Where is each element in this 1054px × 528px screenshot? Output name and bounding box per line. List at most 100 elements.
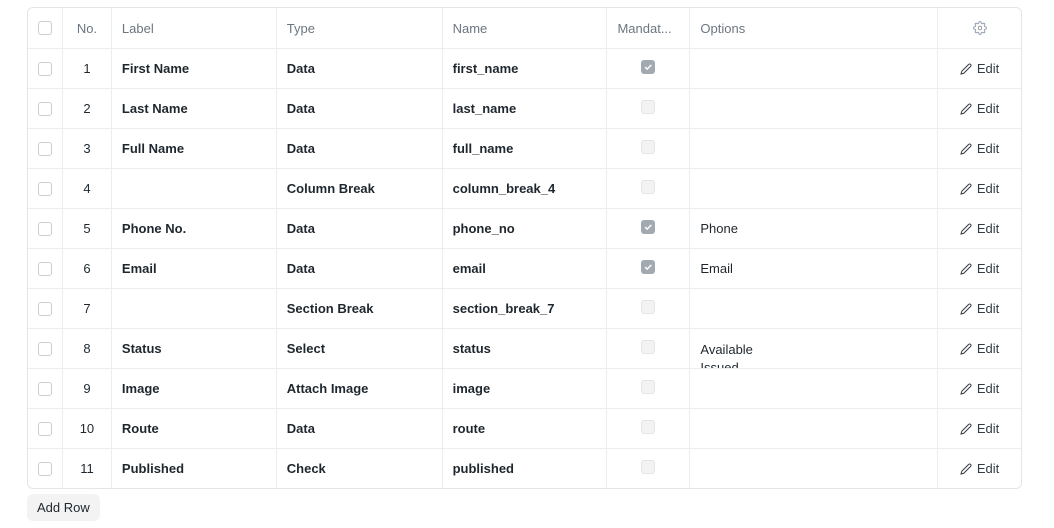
- edit-button[interactable]: Edit: [960, 261, 999, 276]
- mandatory-checkbox[interactable]: [641, 99, 656, 114]
- row-select-cell: [28, 409, 62, 448]
- field-options[interactable]: Email: [689, 249, 937, 288]
- gear-icon[interactable]: [972, 21, 987, 35]
- row-checkbox[interactable]: [37, 461, 52, 476]
- table-row[interactable]: 11 Published Check published Edit: [28, 448, 1021, 488]
- mandatory-checkbox[interactable]: [641, 459, 656, 474]
- edit-label: Edit: [976, 61, 1000, 76]
- edit-button[interactable]: Edit: [960, 381, 999, 396]
- row-checkbox[interactable]: [37, 221, 52, 236]
- field-type[interactable]: Section Break: [275, 289, 442, 328]
- field-name[interactable]: last_name: [441, 89, 607, 128]
- field-label[interactable]: Full Name: [110, 129, 276, 168]
- field-label[interactable]: First Name: [110, 49, 276, 88]
- row-checkbox[interactable]: [37, 341, 52, 356]
- field-name[interactable]: image: [441, 369, 607, 408]
- field-options[interactable]: [689, 409, 937, 448]
- edit-cell: Edit: [937, 209, 1021, 248]
- field-type[interactable]: Check: [275, 449, 442, 488]
- field-name[interactable]: published: [441, 449, 607, 488]
- field-name[interactable]: first_name: [441, 49, 607, 88]
- field-type[interactable]: Data: [275, 49, 442, 88]
- field-options[interactable]: Phone: [689, 209, 937, 248]
- field-type[interactable]: Column Break: [275, 169, 442, 208]
- table-row[interactable]: 9 Image Attach Image image Edit: [28, 368, 1021, 408]
- field-type[interactable]: Data: [275, 209, 442, 248]
- table-row[interactable]: 7 Section Break section_break_7 Edit: [28, 288, 1021, 328]
- edit-button[interactable]: Edit: [960, 301, 999, 316]
- field-type[interactable]: Data: [275, 409, 442, 448]
- edit-label: Edit: [976, 461, 1000, 476]
- add-row-button[interactable]: Add Row: [27, 494, 100, 521]
- mandatory-checkbox[interactable]: [641, 139, 656, 154]
- row-number: 5: [61, 209, 111, 248]
- field-label[interactable]: [110, 169, 276, 208]
- edit-button[interactable]: Edit: [960, 461, 999, 476]
- field-label[interactable]: Status: [110, 329, 276, 368]
- edit-button[interactable]: Edit: [960, 221, 999, 236]
- field-name[interactable]: status: [441, 329, 607, 368]
- row-checkbox[interactable]: [37, 61, 52, 76]
- field-label[interactable]: Published: [110, 449, 276, 488]
- row-checkbox[interactable]: [37, 261, 52, 276]
- row-checkbox[interactable]: [37, 181, 52, 196]
- table-row[interactable]: 5 Phone No. Data phone_no Phone Edit: [28, 208, 1021, 248]
- field-name[interactable]: full_name: [441, 129, 607, 168]
- row-checkbox[interactable]: [37, 141, 52, 156]
- field-options[interactable]: [689, 289, 937, 328]
- mandatory-checkbox[interactable]: [641, 419, 656, 434]
- mandatory-checkbox[interactable]: [641, 219, 656, 234]
- field-label[interactable]: Phone No.: [110, 209, 276, 248]
- field-label[interactable]: [110, 289, 276, 328]
- field-options[interactable]: [689, 89, 937, 128]
- option-line: Issued: [700, 360, 739, 368]
- row-select-cell: [28, 209, 62, 248]
- select-all-checkbox[interactable]: [37, 21, 52, 35]
- field-name[interactable]: email: [441, 249, 607, 288]
- edit-button[interactable]: Edit: [960, 101, 999, 116]
- table-row[interactable]: 10 Route Data route Edit: [28, 408, 1021, 448]
- mandatory-checkbox[interactable]: [641, 379, 656, 394]
- table-row[interactable]: 4 Column Break column_break_4 Edit: [28, 168, 1021, 208]
- table-row[interactable]: 3 Full Name Data full_name Edit: [28, 128, 1021, 168]
- field-options[interactable]: [689, 129, 937, 168]
- field-name[interactable]: section_break_7: [441, 289, 607, 328]
- edit-button[interactable]: Edit: [960, 61, 999, 76]
- edit-button[interactable]: Edit: [960, 421, 999, 436]
- header-mandatory: Mandat...: [606, 8, 689, 48]
- edit-label: Edit: [976, 221, 1000, 236]
- field-name[interactable]: route: [441, 409, 607, 448]
- field-options[interactable]: [689, 449, 937, 488]
- table-row[interactable]: 8 Status Select status Available Issued Edit: [28, 328, 1021, 368]
- row-checkbox[interactable]: [37, 421, 52, 436]
- field-label[interactable]: Route: [110, 409, 276, 448]
- field-options[interactable]: [689, 49, 937, 88]
- field-type[interactable]: Data: [275, 249, 442, 288]
- field-type[interactable]: Attach Image: [275, 369, 442, 408]
- field-type[interactable]: Data: [275, 89, 442, 128]
- field-name[interactable]: phone_no: [441, 209, 607, 248]
- mandatory-checkbox[interactable]: [641, 259, 656, 274]
- field-options[interactable]: Available Issued: [689, 329, 937, 368]
- table-row[interactable]: 1 First Name Data first_name Edit: [28, 48, 1021, 88]
- field-label[interactable]: Image: [110, 369, 276, 408]
- edit-button[interactable]: Edit: [960, 141, 999, 156]
- mandatory-checkbox[interactable]: [641, 339, 656, 354]
- field-options[interactable]: [689, 169, 937, 208]
- field-name[interactable]: column_break_4: [441, 169, 607, 208]
- table-row[interactable]: 2 Last Name Data last_name Edit: [28, 88, 1021, 128]
- mandatory-checkbox[interactable]: [641, 299, 656, 314]
- row-checkbox[interactable]: [37, 101, 52, 116]
- row-checkbox[interactable]: [37, 381, 52, 396]
- mandatory-checkbox[interactable]: [641, 59, 656, 74]
- field-options[interactable]: [689, 369, 937, 408]
- edit-button[interactable]: Edit: [960, 181, 999, 196]
- mandatory-checkbox[interactable]: [641, 179, 656, 194]
- table-row[interactable]: 6 Email Data email Email Edit: [28, 248, 1021, 288]
- field-label[interactable]: Last Name: [110, 89, 276, 128]
- field-type[interactable]: Data: [275, 129, 442, 168]
- edit-button[interactable]: Edit: [960, 341, 999, 356]
- field-label[interactable]: Email: [110, 249, 276, 288]
- field-type[interactable]: Select: [275, 329, 442, 368]
- row-checkbox[interactable]: [37, 301, 52, 316]
